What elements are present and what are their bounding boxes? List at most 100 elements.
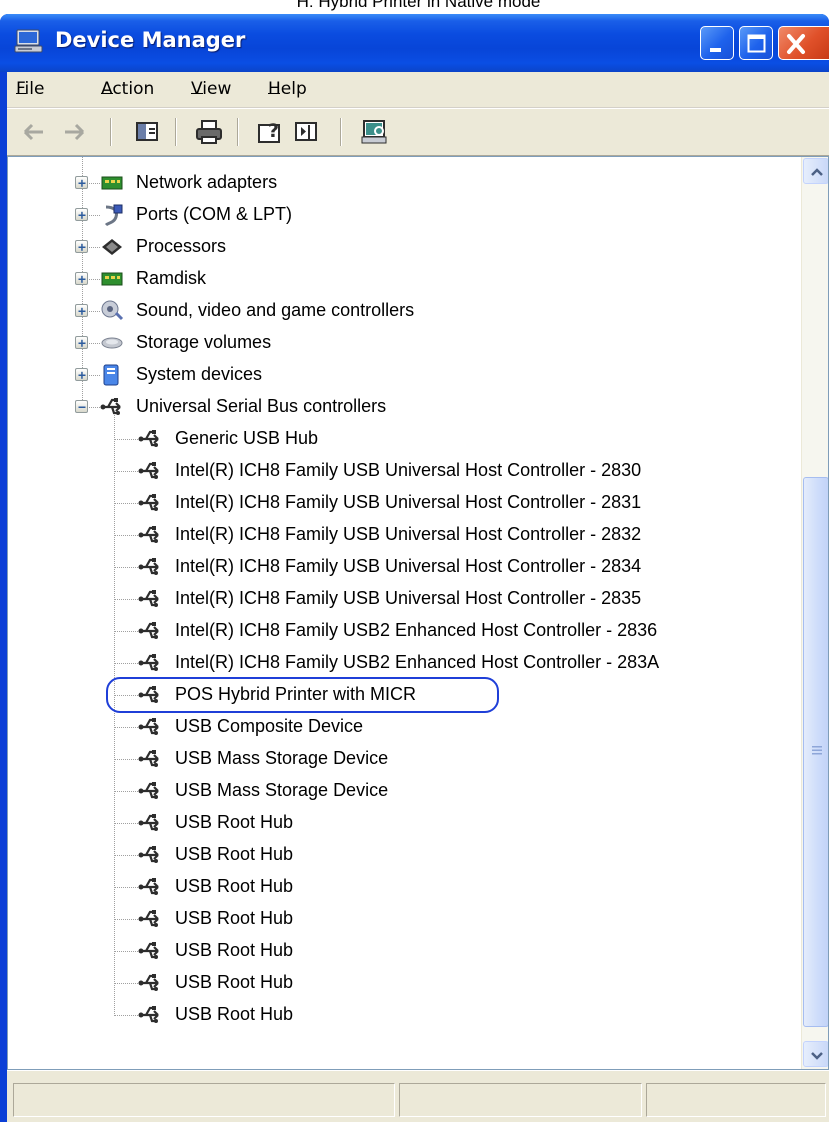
usb-device-label: USB Root Hub [175,876,294,896]
tree-connector [114,1015,138,1016]
expand-toggle[interactable] [75,336,88,349]
menu-action[interactable]: Action [101,79,154,99]
tree-connector [114,919,138,920]
tree-connector [89,311,100,312]
tree-connector [114,567,138,568]
window-title: Device Manager [55,28,246,52]
tree-category-label: Sound, video and game controllers [136,300,415,320]
usb-icon [138,587,162,611]
tree-connector [114,631,138,632]
status-bar [7,1070,829,1122]
usb-device-label: Intel(R) ICH8 Family USB Universal Host … [175,524,642,544]
tree-category-label: System devices [136,364,263,384]
usb-icon [138,939,162,963]
toolbar-separator [110,118,112,146]
expand-toggle[interactable] [75,304,88,317]
usb-icon [138,779,162,803]
usb-device-label: Intel(R) ICH8 Family USB Universal Host … [175,460,642,480]
tree-connector [89,407,100,408]
usb-icon [138,971,162,995]
title-bar[interactable]: Device Manager [0,14,829,72]
usb-icon [138,1003,162,1027]
menu-view[interactable]: View [191,79,231,99]
usb-icon [138,555,162,579]
tree-connector [114,791,138,792]
mnemonic-underline [268,93,280,94]
tree-category-label: Processors [136,236,227,256]
tree-connector [89,247,100,248]
back-arrow-icon[interactable] [19,117,51,147]
scroll-thumb[interactable] [803,477,828,1027]
usb-device-label: USB Mass Storage Device [175,780,389,800]
tree-connector [114,471,138,472]
window-client-area: File Action View Help ? Network adapters… [7,72,829,1122]
tree-connector [114,951,138,952]
sound-icon [100,299,124,323]
expand-toggle[interactable] [75,176,88,189]
usb-device-label: USB Root Hub [175,940,294,960]
usb-device-label: USB Root Hub [175,812,294,832]
system-device-icon [100,363,124,387]
usb-device-label: Generic USB Hub [175,428,319,448]
tree-category-label: Network adapters [136,172,278,192]
collapse-toggle[interactable] [75,400,88,413]
tree-connector [114,663,138,664]
usb-device-label: Intel(R) ICH8 Family USB2 Enhanced Host … [175,652,660,672]
toolbar-separator [340,118,342,146]
menu-help[interactable]: Help [268,79,307,99]
usb-icon [138,875,162,899]
usb-icon [138,811,162,835]
tree-category-label: Storage volumes [136,332,272,352]
mnemonic-underline [101,93,113,94]
tree-connector [114,599,138,600]
device-tree[interactable]: Network adapters Ports (COM & LPT) Process… [7,156,829,1070]
maximize-button[interactable] [739,26,773,60]
usb-icon [138,843,162,867]
storage-volume-icon [100,331,124,355]
tree-connector [89,375,100,376]
tree-connector [114,823,138,824]
expand-toggle[interactable] [75,272,88,285]
tree-connector [114,727,138,728]
expand-toggle[interactable] [75,240,88,253]
usb-icon [100,395,124,419]
forward-arrow-icon[interactable] [57,117,89,147]
scan-hardware-icon[interactable] [359,117,391,147]
show-hide-pane-icon[interactable] [291,117,323,147]
mnemonic-underline [16,93,26,94]
computer-icon [14,26,44,56]
expand-toggle[interactable] [75,208,88,221]
scroll-up-button[interactable] [803,158,828,184]
tree-category-label: Ports (COM & LPT) [136,204,293,224]
properties-pane-icon[interactable] [132,117,164,147]
highlight-ring [106,677,499,713]
status-panel [399,1083,642,1117]
usb-icon [138,523,162,547]
help-icon[interactable]: ? [255,117,287,147]
tree-connector [89,183,100,184]
usb-device-label: Intel(R) ICH8 Family USB Universal Host … [175,588,642,608]
usb-device-label: Intel(R) ICH8 Family USB2 Enhanced Host … [175,620,658,640]
menu-file[interactable]: File [16,79,44,99]
usb-icon [138,619,162,643]
tree-connector [114,413,115,1016]
minimize-button[interactable] [700,26,734,60]
usb-device-label: USB Root Hub [175,844,294,864]
usb-icon [138,907,162,931]
toolbar: ? [7,108,829,156]
print-icon[interactable] [194,117,226,147]
tree-connector [114,503,138,504]
vertical-scrollbar[interactable] [801,157,828,1069]
close-button[interactable] [778,26,829,60]
usb-device-label: USB Root Hub [175,908,294,928]
expand-toggle[interactable] [75,368,88,381]
usb-device-label: USB Composite Device [175,716,364,736]
usb-icon [138,491,162,515]
usb-device-label: Intel(R) ICH8 Family USB Universal Host … [175,556,642,576]
tree-connector [89,279,100,280]
port-icon [100,203,124,227]
tree-connector [114,887,138,888]
network-adapter-icon [100,171,124,195]
scroll-down-button[interactable] [803,1041,828,1067]
device-manager-window: Device Manager File Action View Help ? N… [0,14,829,1122]
